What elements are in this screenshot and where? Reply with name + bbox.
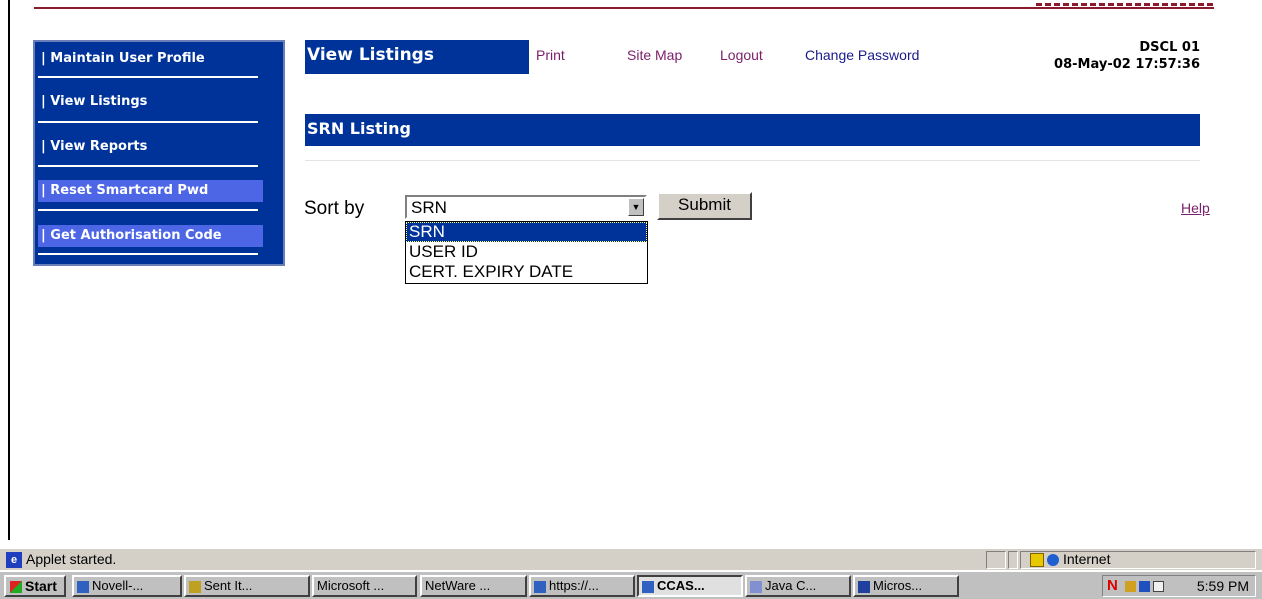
sidebar-item-reset-smartcard-pwd[interactable]: | Reset Smartcard Pwd [38,180,263,202]
sort-select-value: SRN [411,198,447,217]
taskbar-item-https[interactable]: https://... [529,575,635,597]
word-icon [858,580,870,593]
java-icon [750,580,762,593]
taskbar-item-ccas[interactable]: CCAS... [637,575,743,597]
sort-select[interactable]: SRN ▼ [405,195,647,219]
tray-mail-icon[interactable] [1153,581,1164,592]
print-link[interactable]: Print [536,47,565,63]
ie-icon [642,580,654,593]
user-id: DSCL 01 [1139,40,1200,55]
windows-logo-icon [10,581,22,594]
datetime: 08-May-02 17:57:36 [1054,57,1200,72]
sort-dropdown-list: SRN USER ID CERT. EXPIRY DATE [405,221,648,284]
taskbar-item-label: https://... [549,578,599,593]
taskbar-item-label: Novell-... [92,578,144,593]
taskbar-item-label: NetWare ... [425,578,491,593]
ie-page-icon: e [6,552,22,569]
sidebar-item-maintain-user-profile[interactable]: | Maintain User Profile [38,48,263,70]
taskbar-item-sent-items[interactable]: Sent It... [184,575,310,597]
folder-icon [189,580,201,593]
start-button[interactable]: Start [4,575,66,597]
taskbar-item-label: Microsoft ... [317,578,385,593]
novell-n-icon[interactable]: N [1107,576,1118,596]
status-pane [986,551,1006,569]
taskbar-item-label: Sent It... [204,578,253,593]
taskbar-item-microsoft-word[interactable]: Micros... [853,575,959,597]
system-tray: N 5:59 PM [1102,575,1256,597]
taskbar-item-label: Java C... [765,578,817,593]
sidebar-item-view-reports[interactable]: | View Reports [38,136,263,158]
user-info: DSCL 01 08-May-02 17:57:36 [1054,39,1200,73]
top-rule-dots [1036,3,1214,6]
sort-label: Sort by [304,198,365,219]
sort-option-srn[interactable]: SRN [406,222,647,242]
section-title: SRN Listing [305,114,1200,146]
tray-pen-icon[interactable] [1125,581,1136,592]
section-divider [305,160,1200,161]
taskbar: Start Novell-... Sent It... Microsoft ..… [0,571,1262,599]
change-password-link[interactable]: Change Password [805,47,919,63]
help-link[interactable]: Help [1181,200,1210,216]
status-message: e Applet started. [6,551,117,569]
security-zone: Internet [1030,551,1111,568]
sidebar-divider [38,209,258,211]
sidebar-divider [38,121,258,123]
sidebar-divider [38,253,258,255]
sort-option-user-id[interactable]: USER ID [406,242,647,262]
site-map-link[interactable]: Site Map [627,47,682,63]
logout-link[interactable]: Logout [720,47,763,63]
taskbar-item-novell[interactable]: Novell-... [72,575,182,597]
chevron-down-icon[interactable]: ▼ [628,198,644,216]
sidebar-item-view-listings[interactable]: | View Listings [38,91,263,113]
sidebar-divider [38,76,258,78]
taskbar-item-label: Micros... [873,578,923,593]
status-pane [1008,551,1018,569]
sidebar: | Maintain User Profile | View Listings … [33,40,285,266]
left-border [8,0,10,540]
submit-button[interactable]: Submit [657,192,752,220]
taskbar-item-label: CCAS... [657,578,705,593]
sidebar-item-get-authorisation-code[interactable]: | Get Authorisation Code [38,225,263,247]
top-rule [34,7,1214,9]
taskbar-item-netware[interactable]: NetWare ... [420,575,527,597]
status-text: Applet started. [26,551,117,567]
tray-network-icon[interactable] [1139,581,1150,592]
lock-icon [1030,553,1044,568]
globe-icon [1047,554,1059,567]
start-label: Start [25,578,57,594]
sidebar-divider [38,165,258,167]
taskbar-item-microsoft[interactable]: Microsoft ... [312,575,417,597]
page-title: View Listings [305,40,529,74]
zone-label: Internet [1063,551,1111,567]
ie-icon [534,580,546,593]
taskbar-item-java[interactable]: Java C... [745,575,851,597]
clock[interactable]: 5:59 PM [1197,576,1249,596]
status-bar: e Applet started. Internet [0,548,1262,570]
sort-option-cert-expiry-date[interactable]: CERT. EXPIRY DATE [406,262,647,282]
novell-icon [77,580,89,593]
